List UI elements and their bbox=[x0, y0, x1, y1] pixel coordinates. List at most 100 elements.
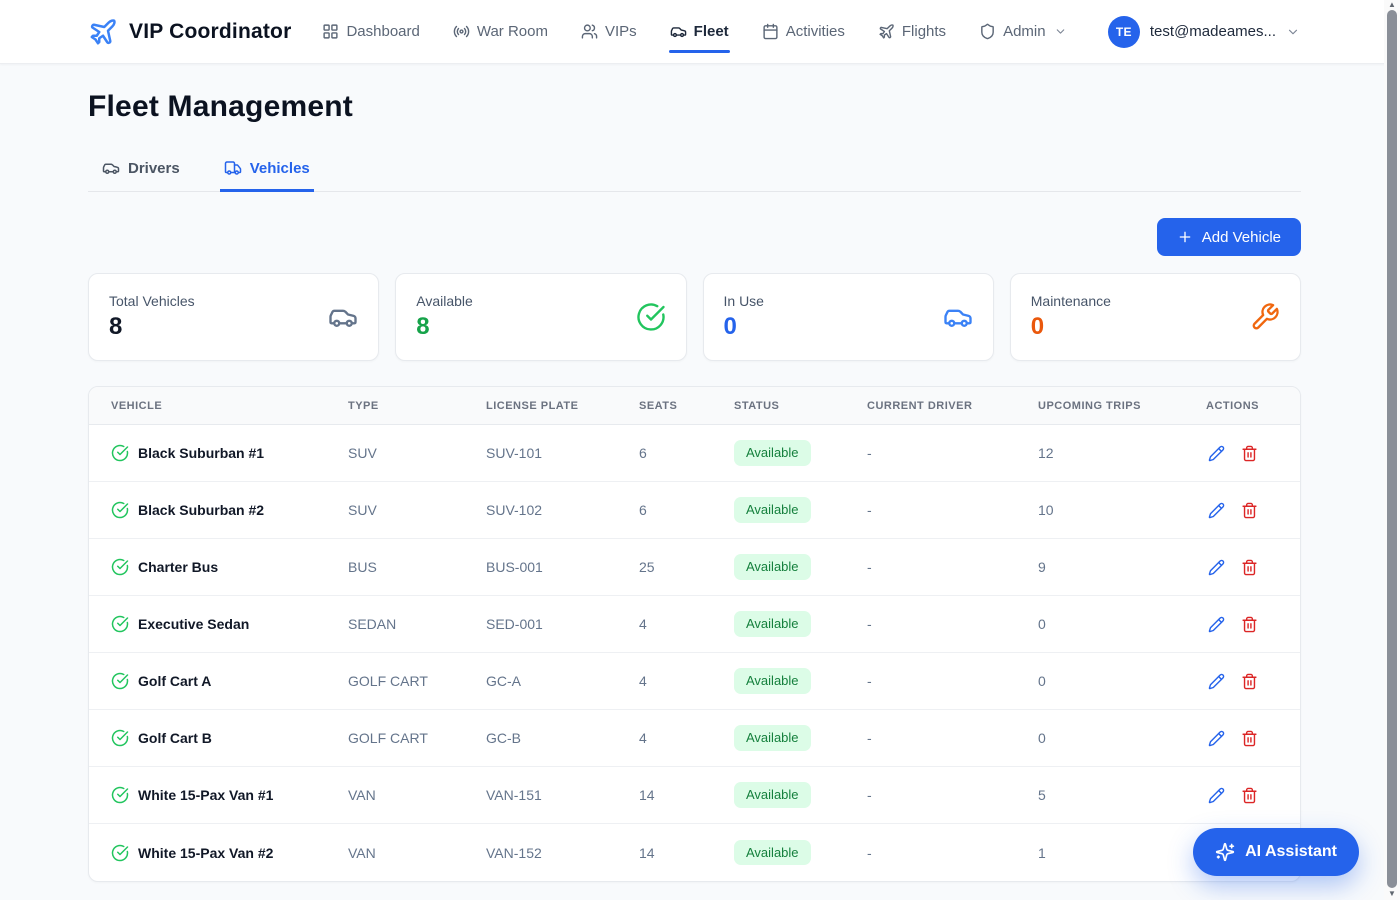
pencil-icon bbox=[1208, 502, 1225, 519]
nav-item-admin[interactable]: Admin bbox=[978, 17, 1068, 46]
nav-item-fleet[interactable]: Fleet bbox=[669, 17, 730, 46]
license-plate: GC-A bbox=[486, 673, 639, 689]
scrollbar[interactable]: ▲ ▼ bbox=[1384, 0, 1400, 900]
pencil-icon bbox=[1208, 787, 1225, 804]
user-email: test@madeames... bbox=[1150, 23, 1276, 40]
status-badge: Available bbox=[734, 725, 811, 751]
delete-button[interactable] bbox=[1239, 728, 1260, 749]
vehicle-type: VAN bbox=[348, 845, 486, 861]
ai-assistant-button[interactable]: AI Assistant bbox=[1193, 828, 1359, 876]
brand[interactable]: VIP Coordinator bbox=[88, 17, 291, 47]
edit-button[interactable] bbox=[1206, 728, 1227, 749]
stat-value: 0 bbox=[724, 314, 764, 340]
radio-icon bbox=[453, 23, 470, 40]
scrollbar-thumb[interactable] bbox=[1387, 10, 1397, 888]
current-driver: - bbox=[867, 730, 1038, 746]
vehicle-type: VAN bbox=[348, 787, 486, 803]
current-driver: - bbox=[867, 502, 1038, 518]
vehicle-type: GOLF CART bbox=[348, 673, 486, 689]
delete-button[interactable] bbox=[1239, 785, 1260, 806]
seats: 25 bbox=[639, 559, 734, 575]
current-driver: - bbox=[867, 616, 1038, 632]
nav-item-vips[interactable]: VIPs bbox=[580, 17, 638, 46]
current-driver: - bbox=[867, 559, 1038, 575]
delete-button[interactable] bbox=[1239, 557, 1260, 578]
current-driver: - bbox=[867, 673, 1038, 689]
check-circle-icon bbox=[111, 729, 129, 747]
brand-name: VIP Coordinator bbox=[129, 20, 291, 44]
current-driver: - bbox=[867, 445, 1038, 461]
stat-card-maintenance: Maintenance 0 bbox=[1010, 273, 1301, 361]
delete-button[interactable] bbox=[1239, 443, 1260, 464]
car-icon bbox=[102, 159, 120, 177]
license-plate: SED-001 bbox=[486, 616, 639, 632]
delete-button[interactable] bbox=[1239, 500, 1260, 521]
trash-icon bbox=[1241, 787, 1258, 804]
upcoming-trips: 5 bbox=[1038, 787, 1206, 803]
stat-card-available: Available 8 bbox=[395, 273, 686, 361]
stat-label: In Use bbox=[724, 293, 764, 309]
license-plate: BUS-001 bbox=[486, 559, 639, 575]
edit-button[interactable] bbox=[1206, 557, 1227, 578]
nav-label: Dashboard bbox=[346, 23, 419, 40]
table-row: White 15-Pax Van #2 VAN VAN-152 14 Avail… bbox=[89, 824, 1300, 881]
check-circle-icon bbox=[111, 558, 129, 576]
fleet-tabs: Drivers Vehicles bbox=[88, 155, 1301, 192]
seats: 14 bbox=[639, 845, 734, 861]
scroll-up-arrow[interactable]: ▲ bbox=[1384, 0, 1400, 10]
status-badge: Available bbox=[734, 782, 811, 808]
ai-assistant-label: AI Assistant bbox=[1245, 843, 1337, 861]
delete-button[interactable] bbox=[1239, 614, 1260, 635]
stat-value: 8 bbox=[416, 314, 473, 340]
column-header-upcoming-trips: Upcoming Trips bbox=[1038, 400, 1206, 412]
column-header-vehicle: Vehicle bbox=[111, 400, 348, 412]
main-content: Fleet Management Drivers Vehicles Add Ve… bbox=[88, 90, 1301, 882]
trash-icon bbox=[1241, 445, 1258, 462]
table-row: Charter Bus BUS BUS-001 25 Available - 9 bbox=[89, 539, 1300, 596]
edit-button[interactable] bbox=[1206, 500, 1227, 521]
pencil-icon bbox=[1208, 616, 1225, 633]
car-icon bbox=[943, 302, 973, 332]
tab-drivers[interactable]: Drivers bbox=[98, 155, 184, 191]
tab-vehicles[interactable]: Vehicles bbox=[220, 155, 314, 191]
table-row: White 15-Pax Van #1 VAN VAN-151 14 Avail… bbox=[89, 767, 1300, 824]
pencil-icon bbox=[1208, 673, 1225, 690]
table-row: Black Suburban #2 SUV SUV-102 6 Availabl… bbox=[89, 482, 1300, 539]
vehicle-name: Black Suburban #1 bbox=[138, 445, 264, 461]
plane-icon bbox=[878, 23, 895, 40]
stat-card-in-use: In Use 0 bbox=[703, 273, 994, 361]
nav-label: Admin bbox=[1003, 23, 1046, 40]
nav-label: War Room bbox=[477, 23, 548, 40]
seats: 4 bbox=[639, 616, 734, 632]
delete-button[interactable] bbox=[1239, 671, 1260, 692]
dashboard-icon bbox=[322, 23, 339, 40]
column-header-license-plate: License Plate bbox=[486, 400, 639, 412]
pencil-icon bbox=[1208, 730, 1225, 747]
current-driver: - bbox=[867, 787, 1038, 803]
nav-item-dashboard[interactable]: Dashboard bbox=[321, 17, 420, 46]
vehicle-type: GOLF CART bbox=[348, 730, 486, 746]
column-header-actions: Actions bbox=[1206, 400, 1278, 412]
users-icon bbox=[581, 23, 598, 40]
edit-button[interactable] bbox=[1206, 785, 1227, 806]
edit-button[interactable] bbox=[1206, 443, 1227, 464]
edit-button[interactable] bbox=[1206, 671, 1227, 692]
check-circle-icon bbox=[111, 615, 129, 633]
nav-item-activities[interactable]: Activities bbox=[761, 17, 846, 46]
table-row: Black Suburban #1 SUV SUV-101 6 Availabl… bbox=[89, 425, 1300, 482]
nav-item-war-room[interactable]: War Room bbox=[452, 17, 549, 46]
vehicle-name: White 15-Pax Van #2 bbox=[138, 845, 273, 861]
check-circle-icon bbox=[111, 786, 129, 804]
table-row: Golf Cart B GOLF CART GC-B 4 Available -… bbox=[89, 710, 1300, 767]
toolbar: Add Vehicle bbox=[88, 218, 1301, 256]
user-menu[interactable]: TE test@madeames... bbox=[1108, 16, 1300, 48]
avatar: TE bbox=[1108, 16, 1140, 48]
nav-item-flights[interactable]: Flights bbox=[877, 17, 947, 46]
scroll-down-arrow[interactable]: ▼ bbox=[1384, 889, 1400, 899]
vehicle-name: Executive Sedan bbox=[138, 616, 249, 632]
status-badge: Available bbox=[734, 840, 811, 866]
pencil-icon bbox=[1208, 445, 1225, 462]
stat-label: Available bbox=[416, 293, 473, 309]
edit-button[interactable] bbox=[1206, 614, 1227, 635]
add-vehicle-button[interactable]: Add Vehicle bbox=[1157, 218, 1301, 256]
